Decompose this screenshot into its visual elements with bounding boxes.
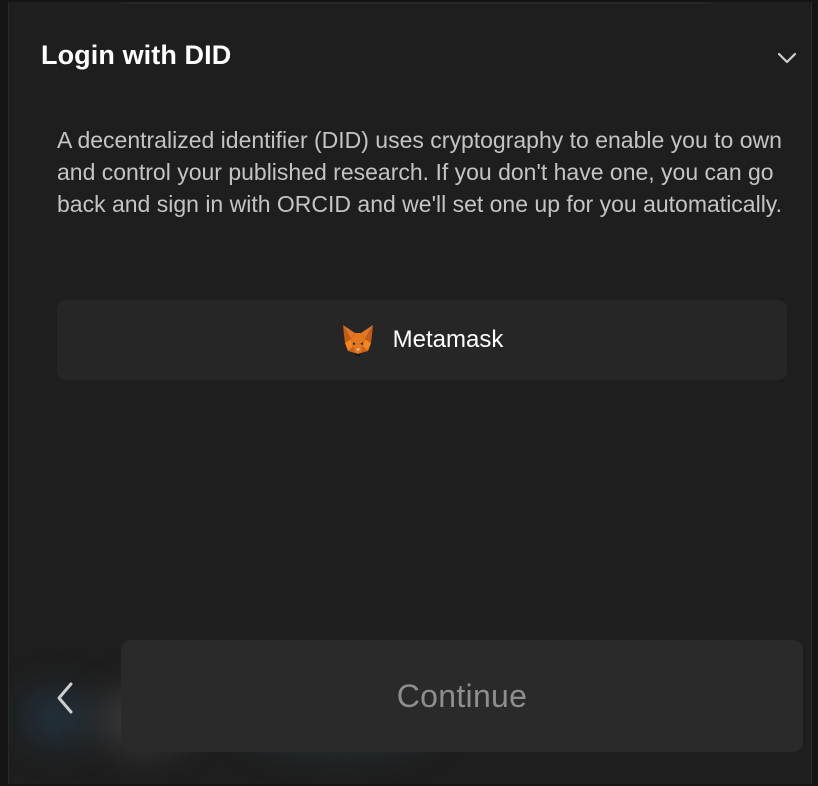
metamask-fox-icon bbox=[341, 323, 375, 357]
continue-button[interactable]: Continue bbox=[121, 640, 803, 752]
dialog-description: A decentralized identifier (DID) uses cr… bbox=[57, 127, 782, 217]
app-frame: Login with DID A decentralized identifie… bbox=[0, 0, 818, 786]
dialog-title: Login with DID bbox=[41, 40, 232, 70]
chevron-down-icon[interactable] bbox=[775, 46, 799, 70]
metamask-label: Metamask bbox=[392, 326, 504, 353]
continue-label: Continue bbox=[396, 677, 528, 714]
chevron-left-icon bbox=[49, 682, 85, 722]
login-dialog: Login with DID A decentralized identifie… bbox=[8, 2, 812, 784]
back-button[interactable] bbox=[49, 678, 85, 718]
metamask-button[interactable]: Metamask bbox=[57, 300, 787, 380]
dialog-header: Login with DID bbox=[9, 2, 811, 112]
